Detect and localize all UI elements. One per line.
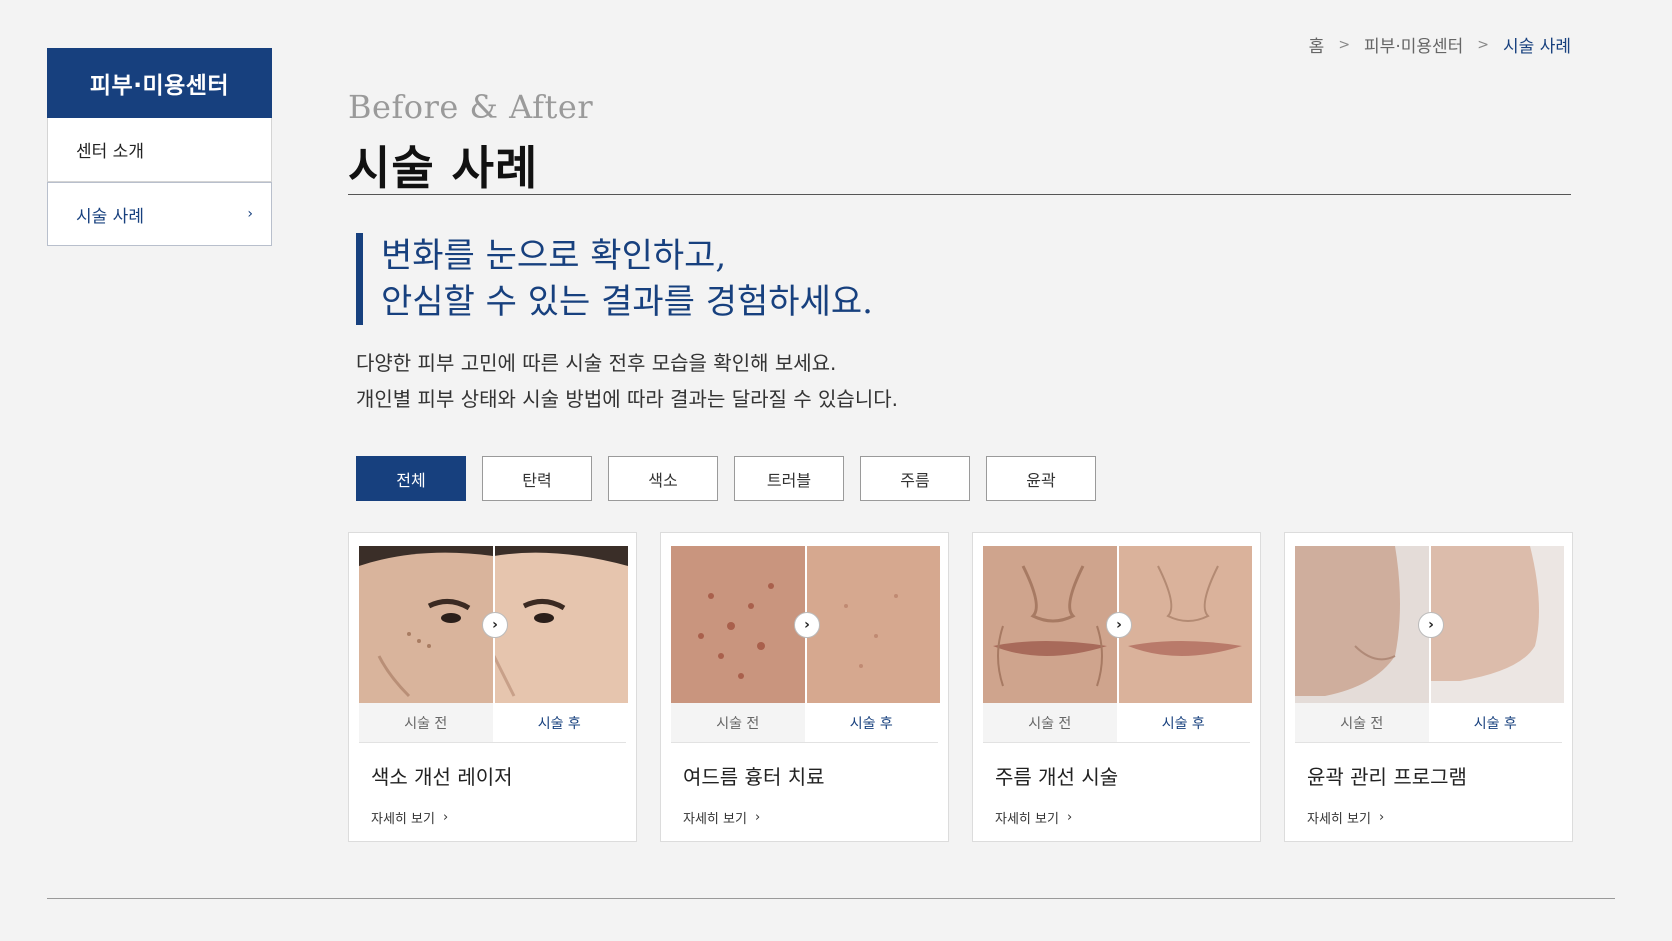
case-card[interactable]: › 시술 전 시술 후 여드름 흉터 치료 자세히 보기 › (660, 532, 949, 842)
before-label: 시술 전 (1295, 703, 1429, 742)
sidebar-item-label: 센터 소개 (76, 142, 144, 162)
view-details-label: 자세히 보기 (1307, 812, 1371, 827)
compare-arrow-icon[interactable]: › (1418, 612, 1444, 638)
before-after-labels: 시술 전 시술 후 (1295, 703, 1562, 743)
headline-line-1: 변화를 눈으로 확인하고, (381, 236, 727, 276)
after-label: 시술 후 (1161, 715, 1205, 732)
before-after-photo: › (359, 546, 628, 703)
headline-line-2: 안심할 수 있는 결과를 경험하세요. (381, 282, 873, 322)
breadcrumb: 홈 > 피부·미용센터 > 시술 사례 (1309, 32, 1571, 58)
before-label: 시술 전 (983, 703, 1117, 742)
before-after-labels: 시술 전 시술 후 (983, 703, 1250, 743)
chevron-right-icon: › (247, 206, 253, 222)
after-image (805, 546, 941, 703)
before-image (1295, 546, 1430, 703)
sidebar-item-center-intro[interactable]: 센터 소개 (47, 118, 272, 182)
filter-trouble[interactable]: 트러블 (734, 456, 844, 501)
before-image (359, 546, 494, 703)
footer-divider (47, 898, 1615, 899)
breadcrumb-section[interactable]: 피부·미용센터 (1364, 32, 1463, 57)
filter-all[interactable]: 전체 (356, 456, 466, 501)
after-image (1117, 546, 1253, 703)
before-after-labels: 시술 전 시술 후 (671, 703, 938, 743)
before-label: 시술 전 (671, 703, 805, 742)
sidebar-header: 피부·미용센터 (47, 48, 272, 118)
chevron-right-icon: › (1066, 810, 1073, 825)
compare-arrow-icon[interactable]: › (1106, 612, 1132, 638)
before-after-photo: › (671, 546, 940, 703)
case-card[interactable]: › 시술 전 시술 후 주름 개선 시술 자세히 보기 › (972, 532, 1261, 842)
filter-wrinkle[interactable]: 주름 (860, 456, 970, 501)
sidebar-item-cases[interactable]: 시술 사례 › (47, 182, 272, 246)
description-line-1: 다양한 피부 고민에 따른 시술 전후 모습을 확인해 보세요. (356, 351, 837, 375)
after-image (1429, 546, 1565, 703)
sidebar-nav: 피부·미용센터 센터 소개 시술 사례 › (47, 48, 272, 246)
case-card-title: 색소 개선 레이저 (371, 765, 513, 789)
case-card-list: › 시술 전 시술 후 색소 개선 레이저 자세히 보기 › › 시술 전 시술… (348, 532, 1573, 842)
case-card-title: 윤곽 관리 프로그램 (1307, 765, 1467, 789)
filter-pigment[interactable]: 색소 (608, 456, 718, 501)
view-details-link[interactable]: 자세히 보기 › (371, 808, 448, 827)
before-label: 시술 전 (359, 703, 493, 742)
breadcrumb-current: 시술 사례 (1503, 37, 1571, 57)
view-details-link[interactable]: 자세히 보기 › (683, 808, 760, 827)
case-card-title: 여드름 흉터 치료 (683, 765, 825, 789)
filter-tabs: 전체 탄력 색소 트러블 주름 윤곽 (356, 456, 1096, 501)
view-details-label: 자세히 보기 (683, 812, 747, 827)
after-label: 시술 후 (1473, 715, 1517, 732)
description-line-2: 개인별 피부 상태와 시술 방법에 따라 결과는 달라질 수 있습니다. (356, 387, 898, 411)
compare-arrow-icon[interactable]: › (482, 612, 508, 638)
breadcrumb-separator-icon: > (1477, 36, 1490, 53)
before-after-labels: 시술 전 시술 후 (359, 703, 626, 743)
chevron-right-icon: › (442, 810, 449, 825)
view-details-label: 자세히 보기 (371, 812, 435, 827)
before-after-photo: › (1295, 546, 1564, 703)
before-image (983, 546, 1118, 703)
case-card[interactable]: › 시술 전 시술 후 윤곽 관리 프로그램 자세히 보기 › (1284, 532, 1573, 842)
page-title: 시술 사례 (348, 141, 539, 195)
view-details-link[interactable]: 자세히 보기 › (995, 808, 1072, 827)
view-details-link[interactable]: 자세히 보기 › (1307, 808, 1384, 827)
filter-elasticity[interactable]: 탄력 (482, 456, 592, 501)
before-image (671, 546, 806, 703)
before-after-photo: › (983, 546, 1252, 703)
page-subtitle-en: Before & After (348, 88, 594, 126)
after-label: 시술 후 (537, 715, 581, 732)
sidebar-item-label: 시술 사례 (76, 206, 144, 227)
compare-arrow-icon[interactable]: › (794, 612, 820, 638)
case-card-title: 주름 개선 시술 (995, 765, 1119, 789)
breadcrumb-home[interactable]: 홈 (1309, 32, 1325, 57)
filter-contour[interactable]: 윤곽 (986, 456, 1096, 501)
chevron-right-icon: › (754, 810, 761, 825)
after-label: 시술 후 (849, 715, 893, 732)
description: 다양한 피부 고민에 따른 시술 전후 모습을 확인해 보세요. 개인별 피부 … (356, 345, 898, 417)
page-title-block: Before & After 시술 사례 (348, 88, 1571, 198)
title-divider (348, 194, 1571, 195)
breadcrumb-separator-icon: > (1338, 36, 1351, 53)
headline: 변화를 눈으로 확인하고, 안심할 수 있는 결과를 경험하세요. (356, 233, 873, 325)
after-image (493, 546, 629, 703)
case-card[interactable]: › 시술 전 시술 후 색소 개선 레이저 자세히 보기 › (348, 532, 637, 842)
chevron-right-icon: › (1378, 810, 1385, 825)
view-details-label: 자세히 보기 (995, 812, 1059, 827)
